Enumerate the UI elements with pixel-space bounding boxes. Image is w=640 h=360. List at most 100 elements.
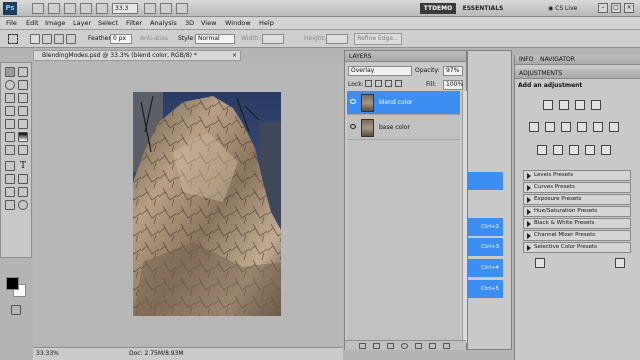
link-layers-icon[interactable]	[359, 343, 366, 349]
cs-live-button[interactable]: ◉ CS Live	[548, 3, 577, 14]
workspace-ttdemo-button[interactable]: TTDEMO	[420, 3, 456, 14]
minimize-button[interactable]: –	[598, 3, 608, 13]
menu-image[interactable]: Image	[45, 19, 65, 27]
info-tab[interactable]: INFO	[519, 55, 533, 64]
status-zoom-level[interactable]: 33.33%	[36, 350, 59, 357]
eyedropper-tool-icon[interactable]	[18, 93, 28, 103]
black-white-icon[interactable]	[577, 122, 587, 132]
add-to-selection-icon[interactable]	[42, 34, 52, 44]
channel-mixer-presets[interactable]: Channel Mixer Presets	[523, 230, 631, 241]
arrange-documents-button[interactable]	[160, 3, 172, 14]
close-window-button[interactable]: ×	[624, 3, 634, 13]
height-input[interactable]	[326, 34, 348, 44]
new-layer-icon[interactable]	[429, 343, 436, 349]
vibrance-icon[interactable]	[529, 122, 539, 132]
crop-tool-icon[interactable]	[5, 93, 15, 103]
lock-image-pixels-icon[interactable]	[375, 80, 382, 87]
layers-panel-header[interactable]: LAYERS	[345, 51, 466, 62]
return-to-list-icon[interactable]	[535, 258, 545, 268]
exposure-icon[interactable]	[591, 100, 601, 110]
dodge-tool-icon[interactable]	[18, 145, 28, 155]
curves-presets[interactable]: Curves Presets	[523, 182, 631, 193]
menu-edit[interactable]: Edit	[26, 19, 39, 27]
gradient-tool-icon[interactable]	[18, 132, 28, 142]
lock-all-icon[interactable]	[395, 80, 402, 87]
intersect-selection-icon[interactable]	[66, 34, 76, 44]
visibility-eye-icon[interactable]	[350, 99, 356, 104]
zoom-tool-button[interactable]	[96, 3, 108, 14]
shortcut-item[interactable]: Ctrl+5	[467, 280, 503, 298]
layers-tab[interactable]: LAYERS	[349, 52, 372, 61]
3d-rotate-tool-icon[interactable]	[5, 187, 15, 197]
history-brush-tool-icon[interactable]	[18, 119, 28, 129]
shortcut-item[interactable]: Ctrl+4	[467, 259, 503, 277]
adjustment-layer-icon[interactable]	[401, 343, 408, 349]
hue-saturation-icon[interactable]	[545, 122, 555, 132]
3d-orbit-tool-icon[interactable]	[18, 187, 28, 197]
menu-help[interactable]: Help	[259, 19, 274, 27]
menu-select[interactable]: Select	[98, 19, 118, 27]
quick-selection-tool-icon[interactable]	[18, 80, 28, 90]
shortcut-item[interactable]	[467, 172, 503, 190]
blend-mode-dropdown[interactable]: Overlay	[348, 66, 412, 76]
delete-layer-icon[interactable]	[443, 343, 450, 349]
menu-analysis[interactable]: Analysis	[150, 19, 177, 27]
hue-saturation-presets[interactable]: Hue/Saturation Presets	[523, 206, 631, 217]
type-tool-icon[interactable]: T	[18, 161, 28, 171]
menu-filter[interactable]: Filter	[126, 19, 142, 27]
screen-mode-button[interactable]	[176, 3, 188, 14]
navigator-tab[interactable]: NAVIGATOR	[540, 55, 575, 64]
lasso-tool-icon[interactable]	[5, 80, 15, 90]
zoom-level-dropdown[interactable]: 33.3	[112, 3, 138, 14]
menu-3d[interactable]: 3D	[185, 19, 194, 27]
refine-edge-button[interactable]: Refine Edge...	[354, 33, 402, 45]
blur-tool-icon[interactable]	[5, 145, 15, 155]
hand-tool-button[interactable]	[80, 3, 92, 14]
selective-color-icon[interactable]	[601, 145, 611, 155]
quick-mask-icon[interactable]	[11, 305, 21, 315]
zoom-tool-icon[interactable]	[18, 200, 28, 210]
canvas-area[interactable]	[33, 62, 343, 345]
menu-view[interactable]: View	[201, 19, 216, 27]
rectangle-tool-icon[interactable]	[18, 174, 28, 184]
color-balance-icon[interactable]	[561, 122, 571, 132]
width-input[interactable]	[262, 34, 284, 44]
document-tab[interactable]: BlendingModes.psd @ 33.3% (blend color, …	[33, 50, 241, 61]
posterize-icon[interactable]	[553, 145, 563, 155]
rectangular-marquee-tool-icon[interactable]	[5, 67, 15, 77]
lock-position-icon[interactable]	[385, 80, 392, 87]
bridge-button[interactable]	[32, 3, 44, 14]
invert-icon[interactable]	[537, 145, 547, 155]
move-tool-icon[interactable]	[18, 67, 28, 77]
menu-window[interactable]: Window	[225, 19, 251, 27]
clip-to-layer-icon[interactable]	[615, 258, 625, 268]
feather-input[interactable]: 0 px	[110, 34, 132, 44]
selective-color-presets[interactable]: Selective Color Presets	[523, 242, 631, 253]
gradient-map-icon[interactable]	[585, 145, 595, 155]
close-document-icon[interactable]: ×	[232, 51, 237, 60]
layer-style-icon[interactable]	[373, 343, 380, 349]
clone-stamp-tool-icon[interactable]	[5, 119, 15, 129]
mini-bridge-button[interactable]	[48, 3, 60, 14]
healing-brush-tool-icon[interactable]	[5, 106, 15, 116]
view-extras-button[interactable]	[64, 3, 76, 14]
path-selection-tool-icon[interactable]	[5, 174, 15, 184]
visibility-eye-icon[interactable]	[350, 124, 356, 129]
layer-row-base-color[interactable]: base color	[347, 116, 460, 140]
new-group-icon[interactable]	[415, 343, 422, 349]
opacity-input[interactable]: 97%	[443, 66, 463, 76]
channel-mixer-icon[interactable]	[609, 122, 619, 132]
adjustments-tab[interactable]: ADJUSTMENTS	[519, 69, 562, 78]
layer-row-blend-color[interactable]: blend color	[347, 91, 460, 115]
brush-tool-icon[interactable]	[18, 106, 28, 116]
pen-tool-icon[interactable]	[5, 161, 15, 171]
shortcut-item[interactable]: Ctrl+3	[467, 238, 503, 256]
threshold-icon[interactable]	[569, 145, 579, 155]
anti-alias-checkbox[interactable]: Anti-alias	[140, 35, 168, 42]
shortcut-item[interactable]: Ctrl+2	[467, 218, 503, 236]
maximize-button[interactable]: □	[611, 3, 621, 13]
lock-transparent-pixels-icon[interactable]	[365, 80, 372, 87]
menu-file[interactable]: File	[6, 19, 17, 27]
levels-presets[interactable]: Levels Presets	[523, 170, 631, 181]
black-white-presets[interactable]: Black & White Presets	[523, 218, 631, 229]
